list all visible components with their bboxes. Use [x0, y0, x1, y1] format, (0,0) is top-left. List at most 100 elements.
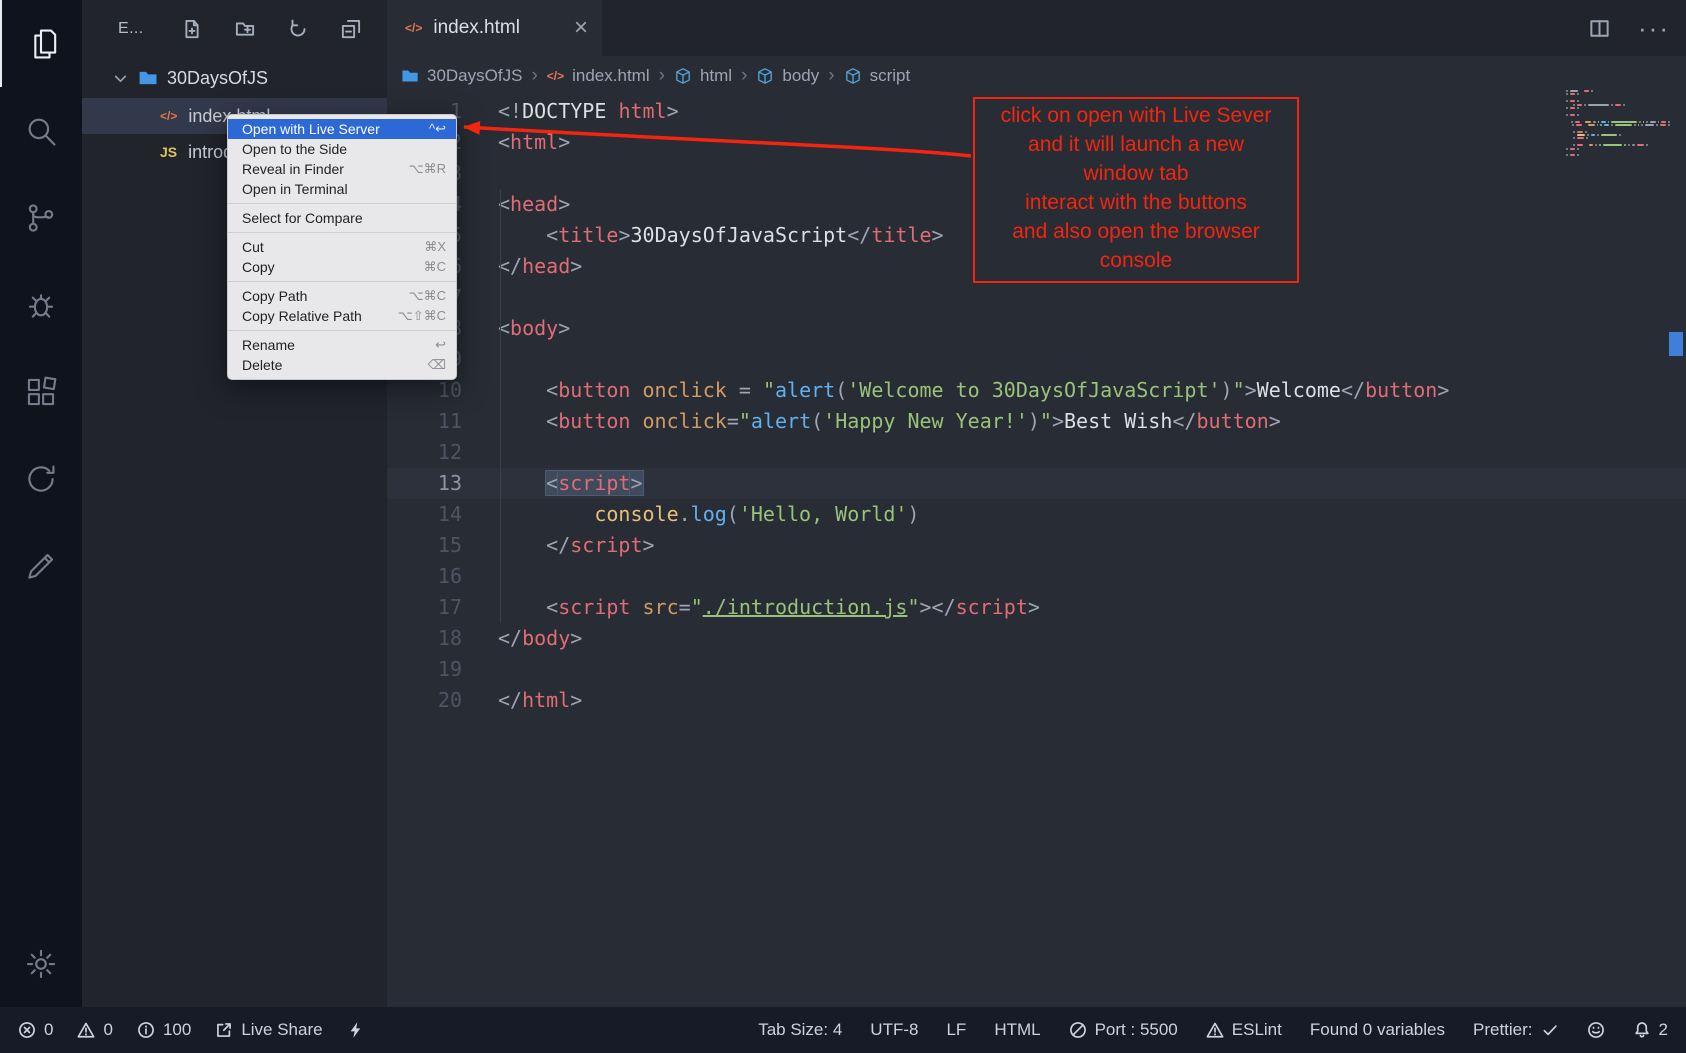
- line-content: <script>: [462, 468, 643, 499]
- status-found-variables[interactable]: Found 0 variables: [1310, 1020, 1445, 1040]
- status-eslint[interactable]: ESLint: [1206, 1020, 1282, 1040]
- code-line-12[interactable]: 12: [387, 437, 1686, 468]
- code-line-18[interactable]: 18</body>: [387, 623, 1686, 654]
- status-feedback[interactable]: [1587, 1021, 1605, 1039]
- status-quick-actions[interactable]: [347, 1021, 365, 1039]
- code-line-13[interactable]: 13 <script>: [387, 468, 1686, 499]
- crumb-label: 30DaysOfJS: [427, 66, 522, 86]
- menu-item-copy-path[interactable]: Copy Path⌥⌘C: [228, 286, 456, 306]
- line-content: [462, 158, 498, 189]
- status-warnings[interactable]: 0: [77, 1020, 112, 1040]
- status-eol[interactable]: LF: [946, 1020, 966, 1040]
- search-icon[interactable]: [0, 87, 82, 174]
- code-line-10[interactable]: 10 <button onclick = "alert('Welcome to …: [387, 375, 1686, 406]
- menu-item-copy[interactable]: Copy⌘C: [228, 257, 456, 277]
- crumb-body[interactable]: body: [756, 66, 819, 86]
- status-label: 0: [103, 1020, 112, 1040]
- menu-separator: [228, 281, 456, 282]
- menu-item-cut[interactable]: Cut⌘X: [228, 237, 456, 257]
- symbol-icon: [674, 67, 692, 85]
- menu-separator: [228, 203, 456, 204]
- source-control-icon[interactable]: [0, 174, 82, 261]
- line-content: <button onclick = "alert('Welcome to 30D…: [462, 375, 1449, 406]
- menu-item-open-in-terminal[interactable]: Open in Terminal: [228, 179, 456, 199]
- extensions-icon[interactable]: [0, 348, 82, 435]
- line-number: 12: [387, 437, 462, 468]
- error-icon: [18, 1021, 36, 1039]
- tab-close-icon[interactable]: ×: [574, 16, 588, 40]
- status-live-server-port[interactable]: Port : 5500: [1069, 1020, 1178, 1040]
- status-label: Tab Size: 4: [758, 1020, 842, 1040]
- code-line-15[interactable]: 15 </script>: [387, 530, 1686, 561]
- code-line-9[interactable]: 9: [387, 344, 1686, 375]
- annotation-line: interact with the buttons: [979, 188, 1293, 217]
- menu-separator: [228, 330, 456, 331]
- bell-icon: [1633, 1021, 1651, 1039]
- tab-label: index.html: [433, 17, 520, 39]
- sidebar-toolbar: [182, 19, 361, 39]
- tab-index-html[interactable]: </> index.html ×: [387, 0, 602, 56]
- new-file-icon[interactable]: [182, 19, 202, 39]
- menu-item-select-for-compare[interactable]: Select for Compare: [228, 208, 456, 228]
- code-line-11[interactable]: 11 <button onclick="alert('Happy New Yea…: [387, 406, 1686, 437]
- minimap[interactable]: [1566, 90, 1670, 158]
- line-number: 15: [387, 530, 462, 561]
- status-language-mode[interactable]: HTML: [994, 1020, 1040, 1040]
- split-editor-icon[interactable]: [1589, 18, 1610, 39]
- status-label: 0: [44, 1020, 53, 1040]
- html-file-icon: </>: [160, 109, 177, 123]
- live-share-icon[interactable]: [0, 435, 82, 522]
- run-debug-icon[interactable]: [0, 261, 82, 348]
- line-number: 11: [387, 406, 462, 437]
- status-notifications[interactable]: 2: [1633, 1020, 1668, 1040]
- line-content: <button onclick="alert('Happy New Year!'…: [462, 406, 1281, 437]
- menu-item-rename[interactable]: Rename↩: [228, 335, 456, 355]
- status-prettier[interactable]: Prettier:: [1473, 1020, 1559, 1040]
- pen-icon[interactable]: [0, 522, 82, 609]
- explorer-icon[interactable]: [0, 0, 82, 87]
- line-number: 13: [387, 468, 462, 499]
- status-encoding[interactable]: UTF-8: [870, 1020, 918, 1040]
- code-line-20[interactable]: 20</html>: [387, 685, 1686, 716]
- code-line-19[interactable]: 19: [387, 654, 1686, 685]
- line-content: console.log('Hello, World'): [462, 499, 919, 530]
- code-line-8[interactable]: 8<body>: [387, 313, 1686, 344]
- status-label: UTF-8: [870, 1020, 918, 1040]
- menu-item-reveal-in-finder[interactable]: Reveal in Finder⌥⌘R: [228, 159, 456, 179]
- status-info[interactable]: 100: [137, 1020, 191, 1040]
- crumb-30daysofjs[interactable]: 30DaysOfJS: [401, 66, 522, 86]
- menu-item-delete[interactable]: Delete⌫: [228, 355, 456, 375]
- new-folder-icon[interactable]: [235, 19, 255, 39]
- menu-item-copy-relative-path[interactable]: Copy Relative Path⌥⇧⌘C: [228, 306, 456, 326]
- breadcrumb-separator: ›: [531, 65, 537, 87]
- status-errors[interactable]: 0: [18, 1020, 53, 1040]
- code-line-7[interactable]: 7: [387, 282, 1686, 313]
- folder-icon: [401, 67, 419, 85]
- line-content: <html>: [462, 127, 570, 158]
- refresh-icon[interactable]: [288, 19, 308, 39]
- menu-item-open-with-live-server[interactable]: Open with Live Server^↩: [228, 119, 456, 139]
- circle-slash-icon: [1069, 1021, 1087, 1039]
- code-line-16[interactable]: 16: [387, 561, 1686, 592]
- status-live-share[interactable]: Live Share: [215, 1020, 322, 1040]
- folder-root-30daysofjs[interactable]: 30DaysOfJS: [82, 58, 387, 98]
- crumb-index-html[interactable]: </>index.html: [547, 66, 650, 86]
- code-line-14[interactable]: 14 console.log('Hello, World'): [387, 499, 1686, 530]
- crumb-html[interactable]: html: [674, 66, 732, 86]
- menu-item-open-to-the-side[interactable]: Open to the Side: [228, 139, 456, 159]
- collapse-all-icon[interactable]: [341, 19, 361, 39]
- line-content: <body>: [462, 313, 570, 344]
- line-content: <title>30DaysOfJavaScript</title>: [462, 220, 944, 251]
- status-tab-size[interactable]: Tab Size: 4: [758, 1020, 842, 1040]
- code-line-17[interactable]: 17 <script src="./introduction.js"></scr…: [387, 592, 1686, 623]
- annotation-line: and it will launch a new: [979, 130, 1293, 159]
- settings-icon[interactable]: [0, 920, 82, 1007]
- breadcrumb-separator: ›: [659, 65, 665, 87]
- line-content: [462, 282, 498, 313]
- info-icon: [137, 1021, 155, 1039]
- sidebar-header: E...: [82, 0, 387, 58]
- crumb-script[interactable]: script: [844, 66, 911, 86]
- smiley-icon: [1587, 1021, 1605, 1039]
- line-content: </html>: [462, 685, 582, 716]
- status-label: LF: [946, 1020, 966, 1040]
